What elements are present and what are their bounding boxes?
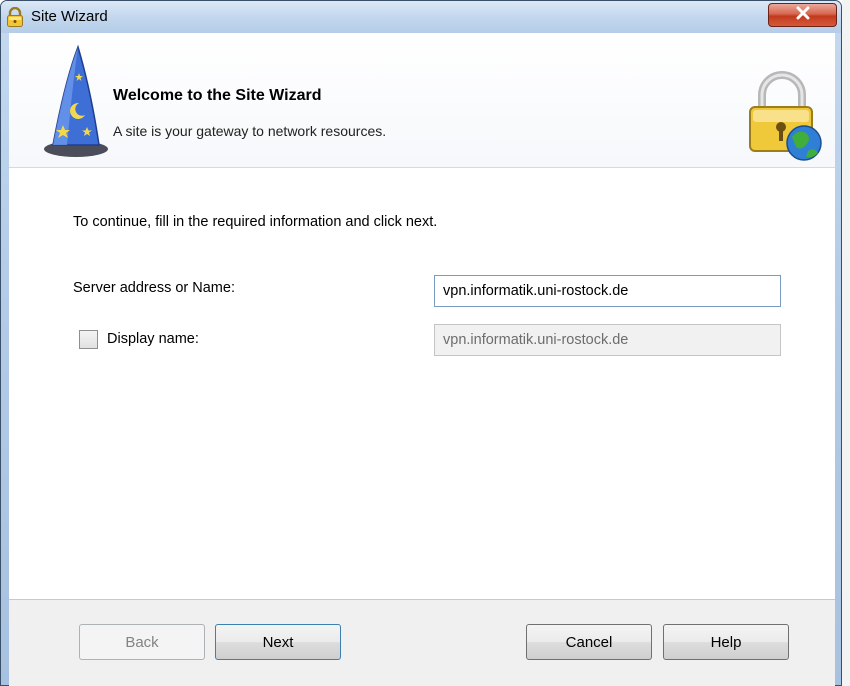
help-button[interactable]: Help [663,624,789,660]
padlock-icon [6,6,24,27]
next-button[interactable]: Next [215,624,341,660]
server-address-input[interactable] [434,275,781,307]
close-icon [795,6,811,25]
desktop-background [842,0,850,686]
wizard-header: Welcome to the Site Wizard A site is you… [9,33,835,168]
instructions-text: To continue, fill in the required inform… [73,214,438,230]
window-title: Site Wizard [31,8,108,25]
header-title: Welcome to the Site Wizard [113,87,322,104]
display-name-checkbox[interactable] [79,330,98,349]
cancel-button[interactable]: Cancel [526,624,652,660]
wizard-hat-icon [43,41,113,159]
header-subtitle: A site is your gateway to network resour… [113,123,387,139]
display-name-label[interactable]: Display name: [107,331,199,347]
lock-globe-icon [744,71,824,161]
wizard-content: To continue, fill in the required inform… [9,169,835,599]
back-button: Back [79,624,205,660]
close-button[interactable] [768,3,837,27]
title-bar[interactable]: Site Wizard [1,1,841,33]
site-wizard-window: Site Wizard Welcome to the Site Wizard A… [0,0,842,686]
wizard-footer: Back Next Cancel Help [9,599,835,686]
server-address-label: Server address or Name: [73,280,235,296]
wizard-client-area: Welcome to the Site Wizard A site is you… [9,33,835,686]
display-name-input [434,324,781,356]
